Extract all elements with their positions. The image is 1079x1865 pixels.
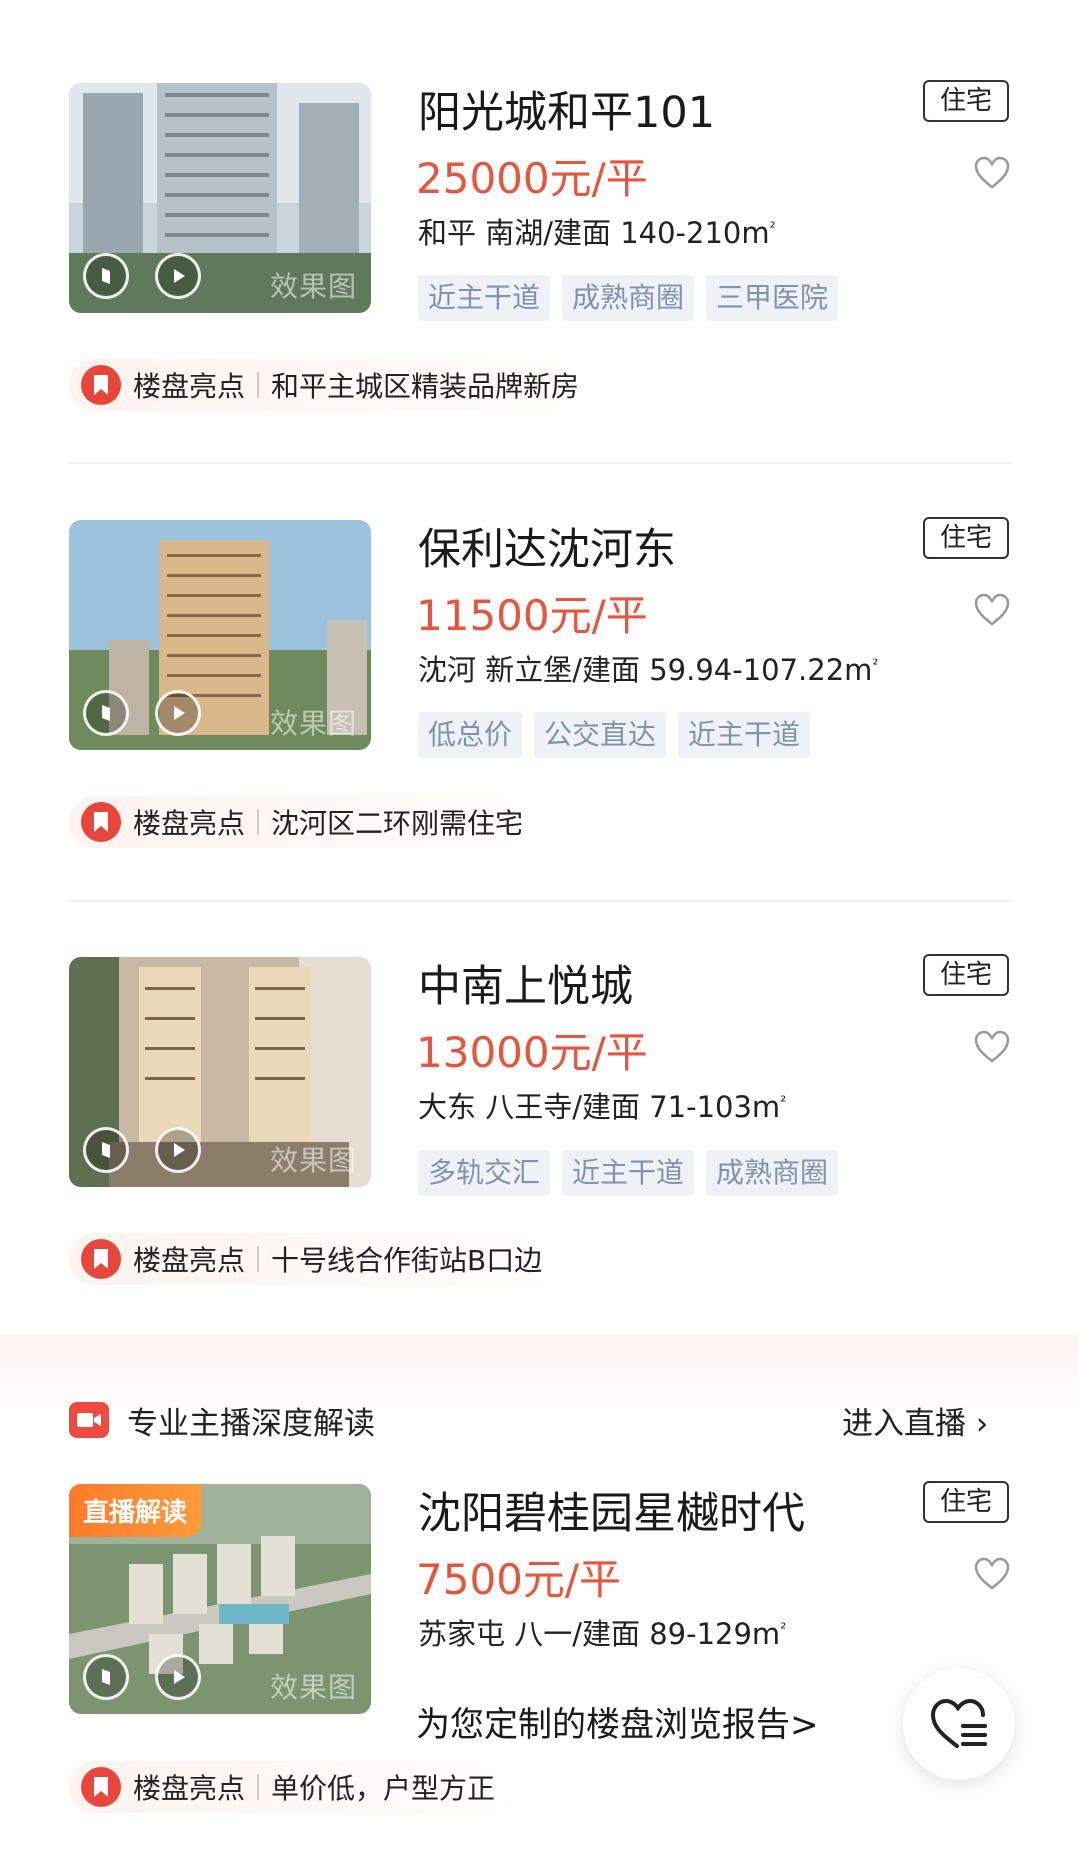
feature-tag: 公交直达 (534, 712, 667, 758)
live-badge: 直播解读 (69, 1484, 202, 1537)
property-type-tag: 住宅 (923, 954, 1009, 996)
play-icon (174, 1143, 185, 1157)
enter-live-link[interactable]: 进入直播 › (842, 1398, 988, 1443)
highlight-label: 楼盘亮点 (133, 807, 246, 840)
listing-thumbnail[interactable]: 直播解读 效果图 (69, 1484, 371, 1714)
divider (257, 1774, 260, 1800)
divider (257, 372, 260, 398)
highlight-text: 单价低，户型方正 (271, 1772, 496, 1805)
vr-panorama-icon (102, 1142, 110, 1158)
divider (69, 900, 1011, 902)
feature-tag: 近主干道 (418, 275, 551, 321)
video-play-button[interactable] (155, 253, 201, 299)
video-camera-icon (69, 1402, 109, 1438)
browsing-report-link[interactable]: 为您定制的楼盘浏览报告> (416, 1697, 819, 1746)
bookmark-icon (81, 1239, 121, 1279)
watermark-text: 效果图 (269, 270, 357, 303)
divider (257, 1246, 260, 1272)
vr-panorama-button[interactable] (83, 1654, 129, 1700)
feature-tags: 多轨交汇 近主干道 成熟商圈 (418, 1150, 839, 1196)
watermark-text: 效果图 (269, 1144, 357, 1177)
watermark-text: 效果图 (269, 1671, 357, 1704)
listing-title[interactable]: 中南上悦城 (418, 952, 633, 1014)
play-icon (174, 706, 185, 720)
vr-panorama-button[interactable] (83, 1127, 129, 1173)
feature-tag: 三甲医院 (706, 275, 839, 321)
vr-panorama-icon (102, 268, 110, 284)
highlight-label: 楼盘亮点 (133, 1244, 246, 1277)
highlight-text: 沈河区二环刚需住宅 (271, 807, 524, 840)
heart-list-icon (930, 1698, 987, 1748)
listing-title[interactable]: 阳光城和平101 (418, 78, 715, 140)
heart-outline-icon[interactable] (974, 1557, 1010, 1591)
property-type-tag: 住宅 (923, 1481, 1009, 1523)
highlight-text: 十号线合作街站B口边 (271, 1244, 543, 1277)
vr-panorama-icon (102, 705, 110, 721)
bookmark-icon (81, 802, 121, 842)
feature-tag: 成熟商圈 (706, 1150, 839, 1196)
heart-outline-icon[interactable] (974, 593, 1010, 627)
video-play-button[interactable] (155, 690, 201, 736)
listing-location-area: 大东 八王寺/建面 71-103m² (418, 1090, 787, 1124)
divider (257, 809, 260, 835)
listing-highlight: 楼盘亮点 单价低，户型方正 (69, 1761, 520, 1813)
vr-panorama-icon (102, 1669, 110, 1685)
listing-thumbnail[interactable]: 效果图 (69, 520, 371, 750)
divider (69, 462, 1011, 464)
play-icon (174, 269, 185, 283)
listing-highlight: 楼盘亮点 十号线合作街站B口边 (69, 1233, 567, 1285)
bookmark-icon (81, 365, 121, 405)
watermark-text: 效果图 (269, 707, 357, 740)
property-type-tag: 住宅 (923, 517, 1009, 559)
highlight-text: 和平主城区精装品牌新房 (271, 370, 580, 403)
heart-outline-icon[interactable] (974, 1030, 1010, 1064)
highlight-label: 楼盘亮点 (133, 370, 246, 403)
feature-tags: 低总价 公交直达 近主干道 (418, 712, 811, 758)
listing-title[interactable]: 沈阳碧桂园星樾时代 (418, 1479, 805, 1541)
favorites-list-button[interactable] (903, 1668, 1015, 1780)
feature-tags: 近主干道 成熟商圈 三甲医院 (418, 275, 839, 321)
live-section-title: 专业主播深度解读 (127, 1406, 375, 1442)
listing-price: 25000元/平 (416, 154, 648, 203)
listing-location-area: 苏家屯 八一/建面 89-129m² (418, 1617, 787, 1651)
listing-location-area: 沈河 新立堡/建面 59.94-107.22m² (418, 653, 879, 687)
listing-location-area: 和平 南湖/建面 140-210m² (418, 216, 776, 250)
vr-panorama-button[interactable] (83, 690, 129, 736)
listing-price: 13000元/平 (416, 1028, 648, 1077)
feature-tag: 低总价 (418, 712, 523, 758)
listing-price: 11500元/平 (416, 591, 648, 640)
listing-highlight: 楼盘亮点 和平主城区精装品牌新房 (69, 359, 604, 411)
heart-outline-icon[interactable] (974, 156, 1010, 190)
bookmark-icon (81, 1767, 121, 1807)
listing-price: 7500元/平 (416, 1555, 622, 1604)
feature-tag: 近主干道 (562, 1150, 695, 1196)
video-play-button[interactable] (155, 1654, 201, 1700)
listing-highlight: 楼盘亮点 沈河区二环刚需住宅 (69, 796, 548, 848)
listing-title[interactable]: 保利达沈河东 (418, 515, 676, 577)
video-play-button[interactable] (155, 1127, 201, 1173)
listing-thumbnail[interactable]: 效果图 (69, 957, 371, 1187)
vr-panorama-button[interactable] (83, 253, 129, 299)
feature-tag: 成熟商圈 (562, 275, 695, 321)
highlight-label: 楼盘亮点 (133, 1772, 246, 1805)
feature-tag: 多轨交汇 (418, 1150, 551, 1196)
property-type-tag: 住宅 (923, 80, 1009, 122)
listing-thumbnail[interactable]: 效果图 (69, 83, 371, 313)
play-icon (174, 1670, 185, 1684)
feature-tag: 近主干道 (678, 712, 811, 758)
